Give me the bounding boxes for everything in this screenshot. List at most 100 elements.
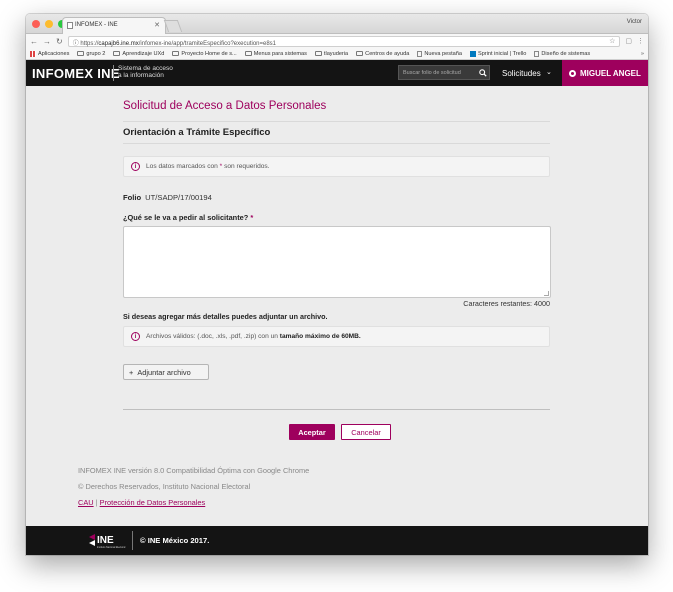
- bookmarks-bar: Aplicaciones grupo 2 Aprendizaje UXd Pro…: [26, 48, 648, 60]
- brand-divider: [113, 65, 114, 81]
- bookmark-tlayuderia[interactable]: tlayuderia: [314, 50, 349, 57]
- folder-icon: [244, 51, 252, 56]
- question-label-text: ¿Qué se le va a pedir al solicitante?: [123, 213, 249, 222]
- bookmark-label: Sprint inicial | Trello: [477, 50, 527, 57]
- close-tab-icon[interactable]: ✕: [154, 21, 160, 29]
- required-mark: *: [250, 213, 254, 222]
- window-controls: [32, 20, 66, 28]
- bookmark-menus[interactable]: Menus para sistemas: [244, 50, 307, 57]
- page-favicon-icon: [67, 22, 73, 29]
- bookmark-label: Aplicaciones: [38, 50, 70, 57]
- search-button[interactable]: [476, 65, 490, 80]
- url-path: /infomex-ine/app/tramiteEspecifico?execu…: [138, 40, 277, 47]
- page-icon: [534, 50, 540, 57]
- notice-text: son requeridos.: [222, 163, 270, 170]
- attach-file-button[interactable]: + Adjuntar archivo: [123, 364, 209, 380]
- brand-logo[interactable]: INFOMEX INE: [32, 66, 120, 81]
- folder-icon: [77, 51, 85, 56]
- privacy-link[interactable]: Protección de Datos Personales: [100, 498, 206, 507]
- new-tab-button[interactable]: [163, 20, 183, 32]
- footer-bar: INE Instituto Nacional Electoral © INE M…: [26, 526, 648, 555]
- chevron-down-icon[interactable]: ⌄: [546, 68, 552, 76]
- attach-label: Si deseas agregar más detalles puedes ad…: [123, 312, 328, 321]
- footer-rights: © Derechos Reservados, Instituto Naciona…: [78, 482, 251, 491]
- extension-icon[interactable]: ▢: [625, 37, 632, 45]
- reload-icon[interactable]: ↻: [56, 37, 63, 46]
- minimize-window-button[interactable]: [45, 20, 53, 28]
- logo-mark: [89, 534, 95, 540]
- address-bar: ← → ↻ ⓘ https://capajb6.ine.mx/infomex-i…: [26, 34, 648, 48]
- files-notice-text: Archivos válidos: (.doc, .xls, .pdf, .zi…: [146, 333, 361, 340]
- apps-grid-icon: [30, 50, 36, 57]
- notice-bold-text: tamaño máximo de 60MB.: [279, 333, 361, 340]
- bookmark-aplicaciones[interactable]: Aplicaciones: [30, 50, 70, 57]
- cau-link[interactable]: CAU: [78, 498, 94, 507]
- bookmark-label: Centros de ayuda: [365, 50, 410, 57]
- question-label: ¿Qué se le va a pedir al solicitante? *: [123, 213, 253, 222]
- browser-user-name[interactable]: Victor: [627, 19, 642, 25]
- files-notice: i Archivos válidos: (.doc, .xls, .pdf, .…: [123, 326, 550, 347]
- forward-arrow-icon[interactable]: →: [43, 37, 51, 46]
- plus-icon: +: [129, 367, 134, 377]
- url-host: capajb6.ine.mx: [98, 40, 139, 47]
- bookmark-proyecto-home[interactable]: Proyecto Home de s...: [172, 50, 237, 57]
- user-icon: [569, 69, 576, 77]
- footer-version: INFOMEX INE versión 8.0 Compatibilidad Ó…: [78, 466, 310, 475]
- bookmark-star-icon[interactable]: ☆: [609, 37, 615, 45]
- page-body: Solicitud de Acceso a Datos Personales O…: [26, 86, 648, 526]
- bookmark-centros-ayuda[interactable]: Centros de ayuda: [356, 51, 409, 57]
- url-prefix: https://: [80, 40, 99, 47]
- bookmarks-overflow-button[interactable]: »: [641, 51, 644, 57]
- bookmark-label: Proyecto Home de s...: [181, 50, 237, 57]
- folio-label: Folio: [123, 193, 142, 202]
- folder-icon: [172, 51, 180, 56]
- browser-tab[interactable]: INFOMEX - INE ✕: [62, 17, 166, 34]
- bookmark-aprendizaje[interactable]: Aprendizaje UXd: [113, 51, 164, 57]
- page-icon: [417, 50, 423, 57]
- bookmark-label: Diseño de sistemas: [541, 50, 591, 57]
- section-divider: [123, 143, 550, 144]
- solicitudes-menu[interactable]: Solicitudes: [502, 69, 541, 78]
- logo-caption: Instituto Nacional Electoral: [97, 546, 126, 549]
- brand-subtitle-line: a la información: [118, 72, 164, 79]
- logo-mark: [89, 540, 95, 546]
- brand-subtitle: Sistema de acceso a la información: [118, 65, 173, 79]
- folder-icon: [356, 51, 364, 56]
- tab-title: INFOMEX - INE: [75, 22, 118, 28]
- bookmark-nueva-pestana[interactable]: Nueva pestaña: [417, 50, 462, 57]
- request-textarea[interactable]: [123, 226, 551, 298]
- cancel-button[interactable]: Cancelar: [341, 424, 391, 440]
- bookmark-label: Aprendizaje UXd: [122, 50, 165, 57]
- title-divider: [123, 121, 550, 122]
- footer-divider: [132, 531, 133, 550]
- browser-titlebar: INFOMEX - INE ✕ Victor: [26, 14, 648, 34]
- bookmark-diseno[interactable]: Diseño de sistemas: [534, 50, 591, 57]
- close-window-button[interactable]: [32, 20, 40, 28]
- user-name: MIGUEL ANGEL: [580, 68, 641, 78]
- section-title: Orientación a Trámite Específico: [123, 127, 271, 138]
- info-icon: i: [131, 332, 140, 341]
- url-input[interactable]: ⓘ https://capajb6.ine.mx/infomex-ine/app…: [67, 35, 621, 47]
- page-title: Solicitud de Acceso a Datos Personales: [123, 100, 327, 112]
- footer-links: CAU | Protección de Datos Personales: [78, 498, 205, 507]
- user-menu-button[interactable]: MIGUEL ANGEL: [562, 60, 648, 86]
- resize-handle[interactable]: [544, 291, 549, 296]
- bookmark-grupo-2[interactable]: grupo 2: [77, 51, 105, 57]
- trello-icon: [469, 50, 476, 57]
- menu-icon[interactable]: ⋮: [637, 37, 644, 45]
- copyright-text: © INE México 2017.: [140, 536, 210, 545]
- accept-button[interactable]: Aceptar: [289, 424, 335, 440]
- back-arrow-icon[interactable]: ←: [30, 37, 38, 46]
- bookmark-label: grupo 2: [86, 50, 106, 57]
- folder-icon: [314, 51, 322, 56]
- notice-text: Los datos marcados con: [146, 163, 220, 170]
- info-icon[interactable]: ⓘ: [73, 41, 79, 47]
- brand-subtitle-line: Sistema de acceso: [118, 65, 173, 72]
- bookmark-label: Nueva pestaña: [424, 50, 462, 57]
- bookmark-label: tlayuderia: [323, 50, 349, 57]
- folio-row: Folio UT/SADP/17/00194: [123, 193, 212, 202]
- chars-remaining: Caracteres restantes: 4000: [463, 299, 550, 308]
- required-notice-text: Los datos marcados con * son requeridos.: [146, 163, 270, 170]
- bookmark-trello[interactable]: Sprint inicial | Trello: [469, 50, 527, 57]
- bookmark-label: Menus para sistemas: [253, 50, 307, 57]
